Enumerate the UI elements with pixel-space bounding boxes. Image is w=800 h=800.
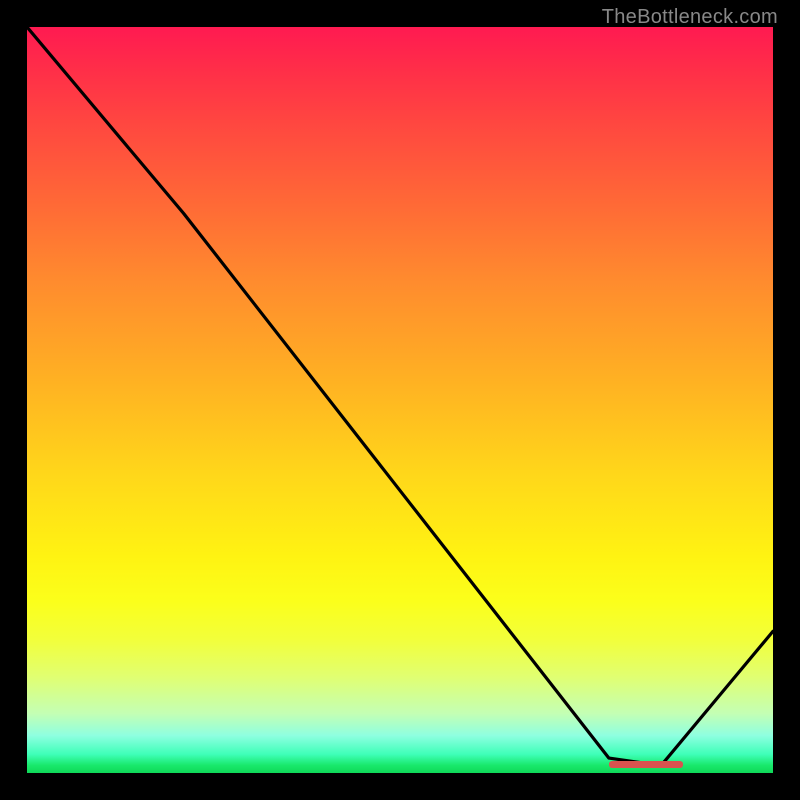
curve-line xyxy=(27,27,773,773)
plot-area xyxy=(27,27,773,773)
optimal-marker xyxy=(609,761,684,768)
watermark-text: TheBottleneck.com xyxy=(602,6,778,29)
